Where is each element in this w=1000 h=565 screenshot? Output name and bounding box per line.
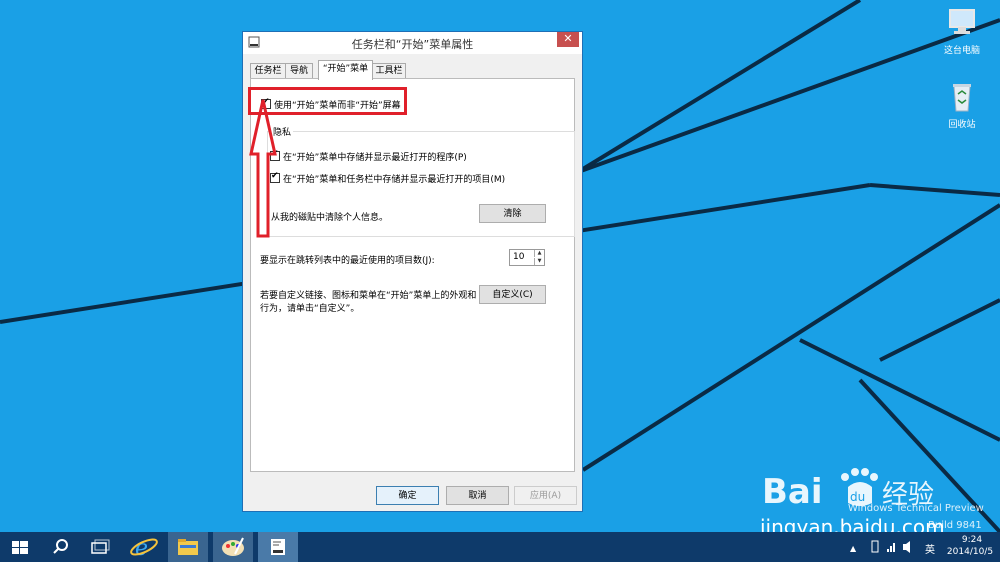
baidu-paw-icon: Bai 经验 du [762, 468, 934, 512]
cancel-button[interactable]: 取消 [446, 486, 509, 505]
internet-explorer-button[interactable]: e [125, 532, 165, 562]
spin-up-icon[interactable]: ▲ [534, 250, 544, 257]
taskbar-properties-icon [271, 539, 285, 555]
close-icon: ✕ [563, 32, 573, 45]
tab-label: 导航 [289, 66, 308, 76]
jump-list-count-spinner[interactable]: 10 ▲ ▼ [509, 249, 545, 266]
apply-button[interactable]: 应用(A) [514, 486, 577, 505]
network-icon [887, 543, 895, 552]
dialog-title: 任务栏和“开始”菜单属性 [351, 38, 474, 51]
ime-indicator[interactable]: 英 [925, 541, 935, 556]
internet-explorer-icon: e [130, 536, 158, 561]
jump-list-count-value: 10 [513, 252, 525, 262]
desktop-icon-label: 这台电脑 [943, 46, 980, 56]
start-menu-panel: 使用“开始”菜单而非“开始”屏幕 隐私 在“开始”菜单中存储并显示最近打开的程序… [250, 78, 575, 472]
store-items-label: 在“开始”菜单和任务栏中存储并显示最近打开的项目(M) [283, 175, 506, 185]
tab-label: 任务栏 [254, 66, 282, 76]
baidu-logo: Bai 经验 du [762, 463, 982, 513]
svg-text:Bai: Bai [762, 472, 823, 512]
desktop-icon-label: 回收站 [948, 120, 976, 130]
svg-text:du: du [850, 490, 865, 504]
spin-down-icon[interactable]: ▼ [534, 258, 544, 265]
file-explorer-icon [178, 539, 198, 555]
chevron-up-icon: ▲ [850, 544, 857, 553]
battery-icon [871, 540, 879, 553]
paint-button[interactable] [213, 532, 253, 562]
ok-button[interactable]: 确定 [376, 486, 439, 505]
search-button[interactable] [40, 532, 80, 562]
recycle-bin-icon [945, 80, 979, 114]
customize-text-line2: 行为，请单击“自定义”。 [260, 304, 360, 314]
clock-date[interactable]: 2014/10/5 [944, 547, 996, 557]
desktop-icon-this-pc[interactable]: 这台电脑 [932, 6, 992, 56]
tab-label: “开始”菜单 [322, 64, 369, 74]
customize-text-line1: 若要自定义链接、图标和菜单在“开始”菜单上的外观和 [260, 291, 477, 301]
taskbar: e ▲ 英 [0, 532, 1000, 562]
system-tray-icons: ▲ [850, 540, 910, 553]
start-icon [12, 541, 28, 554]
customize-button[interactable]: 自定义(C) [479, 285, 546, 304]
annotation-arrow [249, 99, 277, 238]
close-button[interactable]: ✕ [557, 32, 579, 47]
title-bar[interactable]: 任务栏和“开始”菜单属性 ✕ [243, 32, 582, 54]
store-programs-label: 在“开始”菜单中存储并显示最近打开的程序(P) [283, 153, 467, 163]
task-view-icon [91, 539, 110, 554]
task-view-button[interactable] [80, 532, 120, 562]
paint-icon [222, 537, 244, 556]
clear-tiles-text: 从我的磁贴中清除个人信息。 [271, 213, 389, 223]
tab-start-menu[interactable]: “开始”菜单 [318, 60, 373, 80]
search-icon [53, 539, 68, 554]
clock-time[interactable]: 9:24 [953, 535, 991, 545]
jump-list-count-label: 要显示在跳转列表中的最近使用的项目数(J): [260, 256, 435, 266]
computer-icon [945, 6, 979, 40]
clear-button[interactable]: 清除 [479, 204, 546, 223]
file-explorer-button[interactable] [168, 532, 208, 562]
start-button[interactable] [0, 532, 40, 562]
svg-text:经验: 经验 [882, 480, 934, 510]
taskbar-properties-button[interactable] [258, 532, 298, 562]
volume-icon [903, 541, 910, 553]
tab-label: 工具栏 [375, 66, 403, 76]
desktop-icon-recycle-bin[interactable]: 回收站 [932, 80, 992, 130]
